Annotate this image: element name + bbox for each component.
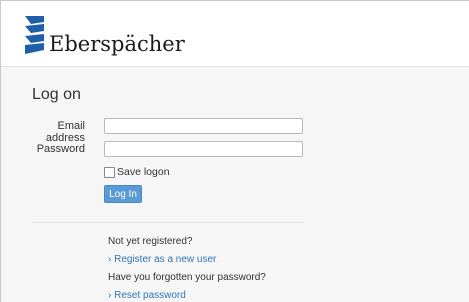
- save-logon-label: Save logon: [117, 166, 170, 178]
- page-title: Log on: [32, 86, 81, 103]
- password-label: Password: [36, 143, 85, 155]
- eberspacher-logo-icon: [25, 16, 44, 54]
- email-field[interactable]: [104, 118, 303, 134]
- register-link[interactable]: › Register as a new user: [108, 254, 216, 265]
- not-registered-text: Not yet registered?: [108, 236, 193, 247]
- reset-password-link[interactable]: › Reset password: [108, 290, 186, 301]
- page-header: Eberspächer: [1, 1, 469, 67]
- divider: [32, 222, 304, 223]
- brand-name: Eberspächer: [49, 32, 185, 56]
- save-logon-checkbox[interactable]: [104, 167, 115, 178]
- password-field[interactable]: [104, 141, 303, 157]
- forgot-password-text: Have you forgotten your password?: [108, 272, 266, 283]
- email-label: Email address: [45, 120, 85, 144]
- login-button[interactable]: Log In: [104, 185, 142, 203]
